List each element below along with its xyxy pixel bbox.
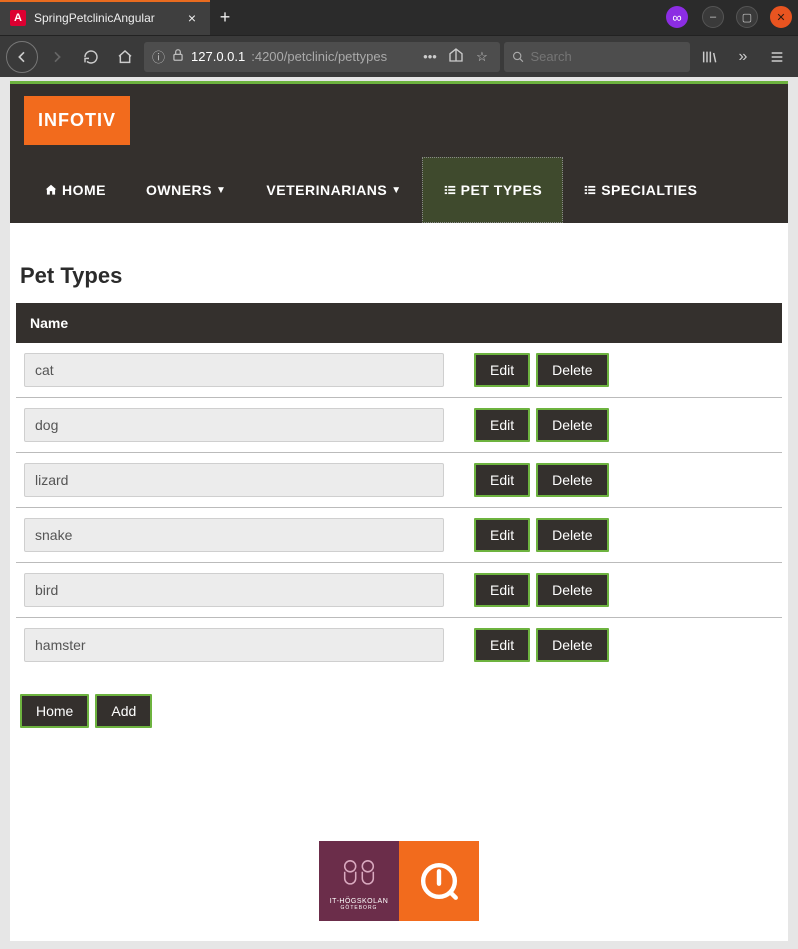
chevron-down-icon: ▼ bbox=[391, 185, 401, 196]
delete-button[interactable]: Delete bbox=[536, 463, 608, 497]
bookmark-star-icon[interactable]: ☆ bbox=[472, 49, 492, 65]
pet-type-name-input[interactable] bbox=[24, 408, 444, 442]
list-icon bbox=[583, 183, 597, 197]
main-content: Pet Types Name EditDeleteEditDeleteEditD… bbox=[10, 223, 788, 831]
nav-specialties-label: SPECIALTIES bbox=[601, 182, 697, 198]
library-icon[interactable] bbox=[694, 42, 724, 72]
reload-button[interactable] bbox=[76, 42, 106, 72]
nav-pettypes-label: PET TYPES bbox=[461, 182, 543, 198]
table-header-name: Name bbox=[16, 303, 782, 343]
nav-owners-label: OWNERS bbox=[146, 182, 212, 198]
row-buttons: EditDelete bbox=[474, 463, 609, 497]
pet-type-name-input[interactable] bbox=[24, 628, 444, 662]
delete-button[interactable]: Delete bbox=[536, 628, 608, 662]
pet-type-table: EditDeleteEditDeleteEditDeleteEditDelete… bbox=[16, 343, 782, 672]
tab-close-icon[interactable]: × bbox=[184, 10, 200, 26]
lock-icon bbox=[171, 48, 185, 65]
tab-active-indicator bbox=[0, 0, 210, 2]
home-button[interactable] bbox=[110, 42, 140, 72]
reader-mode-icon[interactable] bbox=[446, 47, 466, 66]
page-title: Pet Types bbox=[20, 263, 782, 289]
browser-toolbar: ⓘ 127.0.0.1:4200/petclinic/pettypes ••• … bbox=[0, 35, 798, 77]
delete-button[interactable]: Delete bbox=[536, 353, 608, 387]
new-tab-button[interactable]: + bbox=[210, 0, 240, 35]
browser-viewport: INFOTIV HOME OWNERS ▼ VETERINARIANS ▼ PET … bbox=[0, 77, 798, 949]
forward-button[interactable] bbox=[42, 42, 72, 72]
site-logo: INFOTIV bbox=[24, 96, 130, 145]
row-buttons: EditDelete bbox=[474, 628, 609, 662]
footer-logo-ithogskolan: IT-HÖGSKOLAN GÖTEBORG bbox=[319, 841, 399, 921]
nav-vets-label: VETERINARIANS bbox=[266, 182, 387, 198]
incognito-icon: ∞ bbox=[666, 6, 688, 28]
edit-button[interactable]: Edit bbox=[474, 628, 530, 662]
nav-specialties[interactable]: SPECIALTIES bbox=[563, 157, 717, 223]
table-row: EditDelete bbox=[16, 618, 782, 672]
window-titlebar: A SpringPetclinicAngular × + ∞ – ▢ ✕ bbox=[0, 0, 798, 35]
table-row: EditDelete bbox=[16, 563, 782, 618]
browser-tab[interactable]: A SpringPetclinicAngular × bbox=[0, 0, 210, 35]
nav-pet-types[interactable]: PET TYPES bbox=[422, 157, 564, 223]
chevron-down-icon: ▼ bbox=[216, 185, 226, 196]
infotiv-icon bbox=[417, 859, 461, 903]
url-host: 127.0.0.1 bbox=[191, 49, 245, 64]
info-icon[interactable]: ⓘ bbox=[152, 47, 165, 66]
address-bar[interactable]: ⓘ 127.0.0.1:4200/petclinic/pettypes ••• … bbox=[144, 42, 500, 72]
window-maximize-button[interactable]: ▢ bbox=[736, 6, 758, 28]
page-actions-icon[interactable]: ••• bbox=[420, 49, 440, 64]
edit-button[interactable]: Edit bbox=[474, 573, 530, 607]
row-buttons: EditDelete bbox=[474, 408, 609, 442]
overflow-icon[interactable]: » bbox=[728, 42, 758, 72]
angular-favicon: A bbox=[10, 10, 26, 26]
footer-hs-line2: GÖTEBORG bbox=[341, 905, 378, 911]
nav-home[interactable]: HOME bbox=[24, 157, 126, 223]
menu-icon[interactable] bbox=[762, 42, 792, 72]
nav-owners[interactable]: OWNERS ▼ bbox=[126, 157, 246, 223]
table-row: EditDelete bbox=[16, 453, 782, 508]
window-close-button[interactable]: ✕ bbox=[770, 6, 792, 28]
nav-home-label: HOME bbox=[62, 182, 106, 198]
edit-button[interactable]: Edit bbox=[474, 353, 530, 387]
edit-button[interactable]: Edit bbox=[474, 518, 530, 552]
pet-type-name-input[interactable] bbox=[24, 518, 444, 552]
table-row: EditDelete bbox=[16, 398, 782, 453]
main-nav: HOME OWNERS ▼ VETERINARIANS ▼ PET TYPES SP… bbox=[24, 157, 774, 223]
page-footer: IT-HÖGSKOLAN GÖTEBORG bbox=[10, 831, 788, 941]
page-container: INFOTIV HOME OWNERS ▼ VETERINARIANS ▼ PET … bbox=[10, 81, 788, 941]
pet-type-name-input[interactable] bbox=[24, 573, 444, 607]
search-icon bbox=[512, 50, 524, 64]
site-header: INFOTIV HOME OWNERS ▼ VETERINARIANS ▼ PET … bbox=[10, 84, 788, 223]
footer-buttons: Home Add bbox=[20, 694, 782, 728]
pet-type-name-input[interactable] bbox=[24, 463, 444, 497]
search-bar[interactable] bbox=[504, 42, 690, 72]
school-icon bbox=[337, 852, 381, 896]
nav-veterinarians[interactable]: VETERINARIANS ▼ bbox=[246, 157, 421, 223]
delete-button[interactable]: Delete bbox=[536, 408, 608, 442]
pet-type-name-input[interactable] bbox=[24, 353, 444, 387]
url-path: :4200/petclinic/pettypes bbox=[251, 49, 387, 64]
list-icon bbox=[443, 183, 457, 197]
delete-button[interactable]: Delete bbox=[536, 573, 608, 607]
table-row: EditDelete bbox=[16, 508, 782, 563]
tab-title: SpringPetclinicAngular bbox=[34, 11, 184, 25]
footer-logo-infotiv bbox=[399, 841, 479, 921]
window-minimize-button[interactable]: – bbox=[702, 6, 724, 28]
footer-hs-line1: IT-HÖGSKOLAN bbox=[330, 898, 389, 905]
home-button[interactable]: Home bbox=[20, 694, 89, 728]
edit-button[interactable]: Edit bbox=[474, 408, 530, 442]
home-icon bbox=[44, 183, 58, 197]
search-input[interactable] bbox=[530, 49, 682, 64]
row-buttons: EditDelete bbox=[474, 353, 609, 387]
back-button[interactable] bbox=[6, 41, 38, 73]
delete-button[interactable]: Delete bbox=[536, 518, 608, 552]
row-buttons: EditDelete bbox=[474, 573, 609, 607]
table-row: EditDelete bbox=[16, 343, 782, 398]
row-buttons: EditDelete bbox=[474, 518, 609, 552]
add-button[interactable]: Add bbox=[95, 694, 152, 728]
edit-button[interactable]: Edit bbox=[474, 463, 530, 497]
